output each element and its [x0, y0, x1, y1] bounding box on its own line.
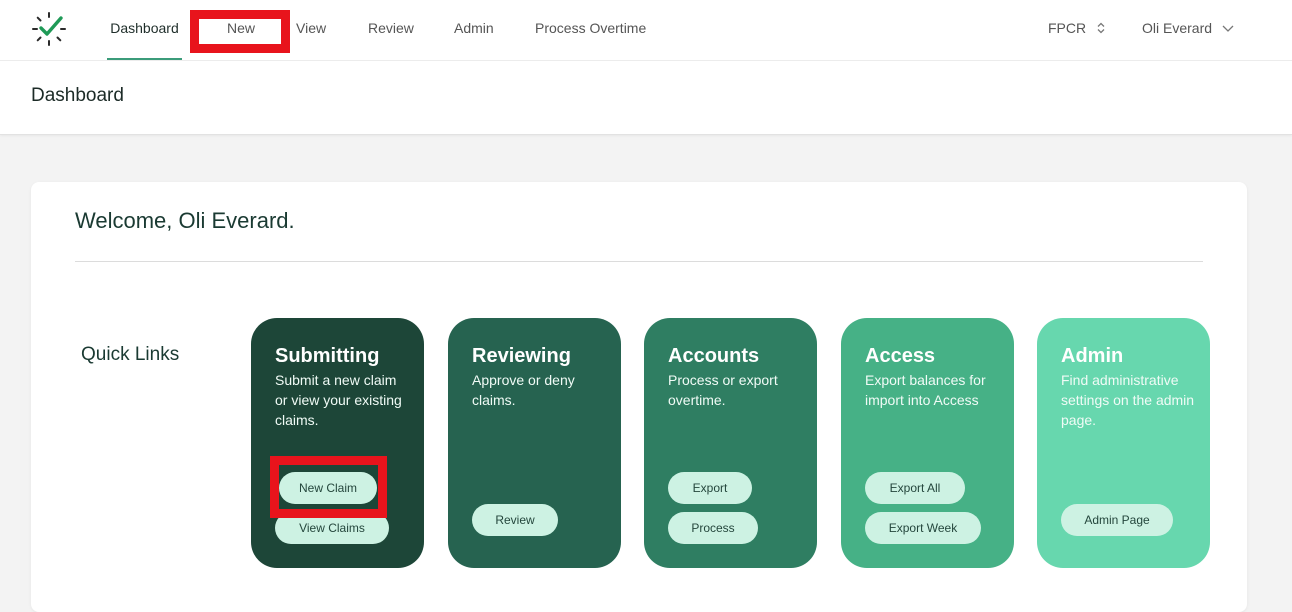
dashboard-card: Welcome, Oli Everard. Quick Links Submit…: [31, 182, 1247, 612]
chevron-down-icon: [1222, 25, 1234, 32]
tile-description: Process or export overtime.: [668, 372, 778, 408]
nav-view[interactable]: View: [296, 0, 326, 60]
user-menu[interactable]: Oli Everard: [1142, 0, 1236, 56]
divider: [75, 261, 1203, 262]
welcome-heading: Welcome, Oli Everard.: [75, 208, 295, 233]
tile-title: Submitting: [275, 345, 380, 367]
tile-reviewing: Reviewing Approve or deny claims. Review: [448, 318, 621, 568]
tile-title: Reviewing: [472, 345, 571, 367]
admin-page-button[interactable]: Admin Page: [1061, 504, 1173, 536]
page-header: Dashboard: [0, 61, 1292, 135]
highlight-box-new-claim: [270, 456, 387, 518]
tile-admin: Admin Find administrative settings on th…: [1037, 318, 1210, 568]
clock-check-icon[interactable]: [30, 10, 68, 48]
tile-description: Export balances for import into Access: [865, 372, 986, 408]
highlight-box-new: [190, 10, 290, 53]
export-button[interactable]: Export: [668, 472, 752, 504]
org-selector-label: FPCR: [1048, 20, 1087, 36]
user-menu-label: Oli Everard: [1142, 20, 1213, 36]
chevron-updown-icon: [1097, 22, 1105, 34]
tile-title: Access: [865, 345, 936, 367]
org-selector[interactable]: FPCR: [1048, 0, 1108, 56]
quick-links-label: Quick Links: [81, 344, 180, 365]
tile-title: Admin: [1061, 345, 1124, 367]
nav-process-overtime[interactable]: Process Overtime: [535, 0, 646, 60]
export-all-button[interactable]: Export All: [865, 472, 965, 504]
tile-submitting: Submitting Submit a new claim or view yo…: [251, 318, 424, 568]
tile-title: Accounts: [668, 345, 760, 367]
nav-admin[interactable]: Admin: [454, 0, 494, 60]
nav-dashboard[interactable]: Dashboard: [107, 0, 182, 60]
tile-description: Find administrative settings on the admi…: [1061, 372, 1195, 428]
review-button[interactable]: Review: [472, 504, 558, 536]
tile-description: Approve or deny claims.: [472, 372, 575, 408]
tile-accounts: Accounts Process or export overtime. Exp…: [644, 318, 817, 568]
tile-description: Submit a new claim or view your existing…: [275, 372, 402, 428]
nav-review[interactable]: Review: [368, 0, 414, 60]
tile-access: Access Export balances for import into A…: [841, 318, 1014, 568]
process-button[interactable]: Process: [668, 512, 758, 544]
page-title: Dashboard: [31, 85, 124, 106]
export-week-button[interactable]: Export Week: [865, 512, 981, 544]
